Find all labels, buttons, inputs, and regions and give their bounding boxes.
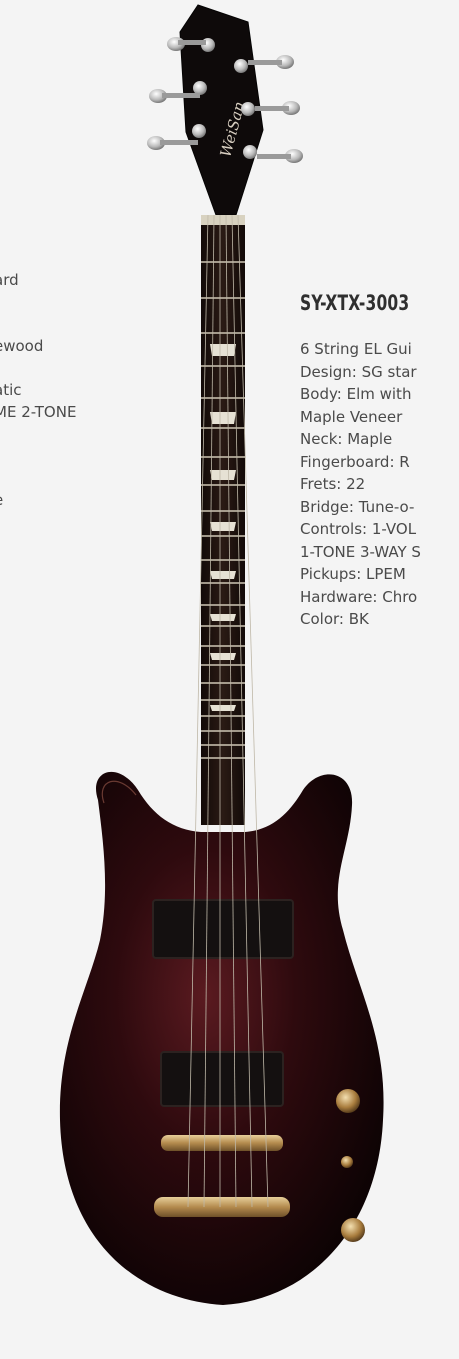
spec-item: Bridge: Tune-o- [300,497,415,516]
spec-item: Pickups: LPEM [300,565,406,583]
spec-item: Controls: 1-VOL [300,520,417,538]
spec-item: 1-TONE 3-WAY S [300,542,421,561]
spec-item: 6 String EL Gui [300,340,412,358]
guitar-image: WeiSan [59,4,384,1305]
guitar-body [59,771,384,1305]
spec-item: Body: Elm with [300,385,412,403]
spec-item: Fingerboard: R [300,452,410,471]
headstock: WeiSan [147,4,303,216]
product-info-card: SY-XTX-3003 6 String EL Gui Design: SG s… [300,290,433,631]
product-page: - ard ewood atic ME 2-TONE e [0,0,459,1359]
neck-pickup [152,899,294,959]
toggle-switch-icon [341,1156,353,1168]
spec-item: Design: SG star [300,362,417,381]
volume-knob-icon [336,1089,360,1113]
spec-item: Frets: 22 [300,475,366,493]
product-title: SY-XTX-3003 [300,291,410,315]
tailpiece [154,1197,290,1217]
tone-knob-icon [341,1218,365,1242]
bridge [161,1135,283,1151]
spec-item: Color: BK [300,610,369,628]
spec-item: Maple Veneer [300,407,403,426]
spec-list: 6 String EL Gui Design: SG star Body: El… [300,338,433,631]
spec-item: Neck: Maple [300,430,393,448]
spec-item: Hardware: Chro [300,587,418,606]
